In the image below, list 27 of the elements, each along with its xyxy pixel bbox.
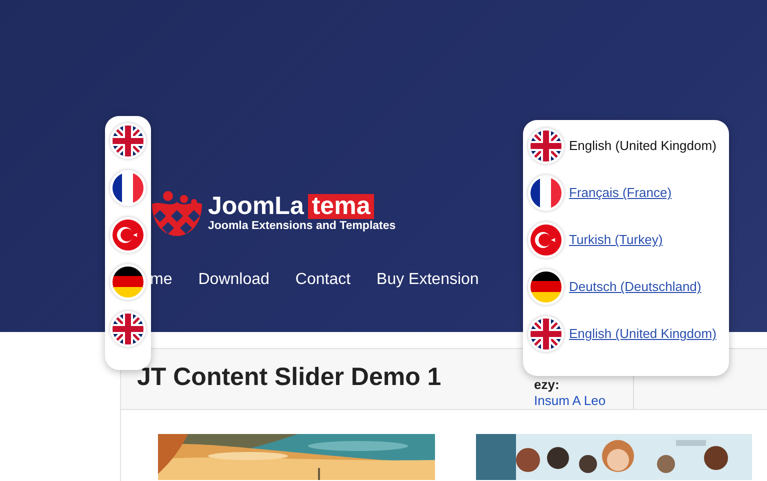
german-flag-icon xyxy=(110,264,146,300)
union-jack-flag-icon xyxy=(110,311,146,347)
side-link[interactable]: Insum A Leo xyxy=(534,393,633,408)
union-jack-flag-icon xyxy=(110,123,146,159)
logo[interactable]: JoomLa tema Joomla Extensions and Templates xyxy=(150,190,395,238)
turkish-flag-icon xyxy=(110,217,146,253)
nav-link[interactable]: Download xyxy=(198,268,270,292)
union-jack-flag-icon xyxy=(528,316,564,352)
page-title: JT Content Slider Demo 1 xyxy=(136,362,442,393)
union-jack-flag-icon xyxy=(528,128,564,164)
language-option[interactable]: Français (France) xyxy=(569,183,672,203)
nav-link[interactable]: me xyxy=(150,268,172,292)
turkish-flag-icon xyxy=(528,222,564,258)
logo-tagline: Joomla Extensions and Templates xyxy=(208,219,396,234)
language-option[interactable]: Turkish (Turkey) xyxy=(569,230,663,250)
logo-tag: tema xyxy=(308,194,374,220)
language-option[interactable]: English (United Kingdom) xyxy=(569,324,716,344)
language-option[interactable]: Deutsch (Deutschland) xyxy=(569,277,702,297)
french-flag-icon xyxy=(528,175,564,211)
nav-link[interactable]: Contact xyxy=(295,268,351,292)
language-option[interactable]: English (United Kingdom) xyxy=(569,136,716,156)
side-heading: ezy: xyxy=(534,377,560,393)
globe-logo-icon xyxy=(150,190,204,238)
german-flag-icon xyxy=(528,269,564,305)
logo-wordmark: JoomLa xyxy=(208,194,304,220)
nav-link[interactable]: Buy Extension xyxy=(376,268,479,292)
french-flag-icon xyxy=(110,170,146,206)
